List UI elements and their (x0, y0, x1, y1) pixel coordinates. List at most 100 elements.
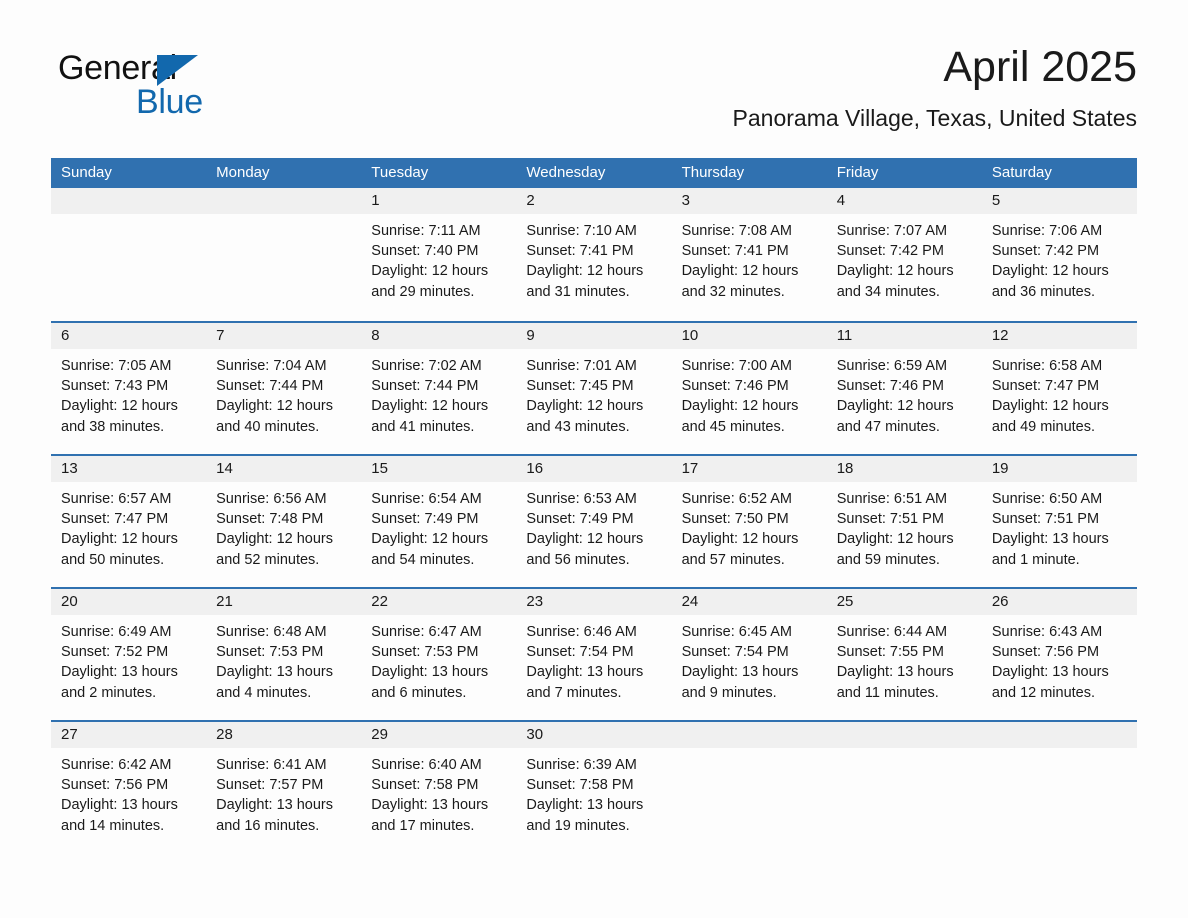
day-cell[interactable]: 3 Sunrise: 7:08 AM Sunset: 7:41 PM Daylight… (671, 188, 827, 321)
day-number: 18 (836, 460, 854, 477)
daylight-text: Daylight: 13 hours and 17 minutes. (371, 797, 489, 834)
sunset-text: Sunset: 7:53 PM (216, 644, 324, 661)
day-number-band (51, 188, 207, 214)
day-number-band (206, 188, 362, 214)
day-number-band: 9 (516, 323, 672, 349)
daylight-text: Daylight: 12 hours and 36 minutes. (991, 263, 1109, 300)
day-cell[interactable]: 12 Sunrise: 6:58 AM Sunset: 7:47 PM Dayligh… (981, 323, 1137, 454)
day-cell[interactable]: 7 Sunrise: 7:04 AM Sunset: 7:44 PM Daylight… (206, 323, 362, 454)
week-row: 20 Sunrise: 6:49 AM Sunset: 7:52 PM Dayligh… (51, 587, 1137, 720)
daylight-text: Daylight: 13 hours and 19 minutes. (526, 797, 644, 834)
day-cell[interactable]: 11 Sunrise: 6:59 AM Sunset: 7:46 PM Dayligh… (826, 323, 982, 454)
sunrise-text: Sunrise: 6:48 AM (216, 624, 327, 640)
day-cell[interactable]: 30 Sunrise: 6:39 AM Sunset: 7:58 PM Dayligh… (516, 722, 672, 853)
daylight-text: Daylight: 12 hours and 45 minutes. (681, 398, 799, 435)
day-number-band: 30 (516, 722, 672, 748)
day-cell[interactable]: 10 Sunrise: 7:00 AM Sunset: 7:46 PM Dayligh… (671, 323, 827, 454)
day-details: Sunrise: 6:47 AM Sunset: 7:53 PM Daylight:… (361, 615, 516, 703)
calendar-page: General Blue April 2025 Panorama Village… (0, 0, 1188, 918)
daylight-text: Daylight: 12 hours and 34 minutes. (836, 263, 954, 300)
sunrise-text: Sunrise: 7:00 AM (681, 358, 792, 374)
day-number: 9 (526, 327, 535, 344)
day-number: 6 (61, 327, 70, 344)
day-number: 10 (681, 327, 699, 344)
day-cell[interactable]: 18 Sunrise: 6:51 AM Sunset: 7:51 PM Dayligh… (826, 456, 982, 587)
day-details: Sunrise: 6:48 AM Sunset: 7:53 PM Daylight:… (206, 615, 361, 703)
day-number-band: 8 (361, 323, 517, 349)
day-cell[interactable]: 19 Sunrise: 6:50 AM Sunset: 7:51 PM Dayligh… (981, 456, 1137, 587)
day-number-band: 11 (826, 323, 982, 349)
sunrise-text: Sunrise: 7:11 AM (371, 223, 481, 239)
day-number-band (826, 722, 982, 748)
day-number: 5 (991, 192, 1001, 209)
weekday-header-sunday: Sunday (61, 164, 112, 181)
general-blue-logo[interactable]: General Blue (58, 50, 318, 130)
day-cell[interactable]: 1 Sunrise: 7:11 AM Sunset: 7:40 PM Daylight… (361, 188, 517, 321)
week-row: 27 Sunrise: 6:42 AM Sunset: 7:56 PM Dayligh… (51, 720, 1137, 853)
day-number: 27 (61, 726, 78, 743)
day-number: 11 (836, 327, 853, 344)
sunset-text: Sunset: 7:50 PM (681, 511, 789, 528)
sunset-text: Sunset: 7:41 PM (681, 243, 789, 260)
day-cell[interactable]: 8 Sunrise: 7:02 AM Sunset: 7:44 PM Daylight… (361, 323, 517, 454)
daylight-text: Daylight: 12 hours and 43 minutes. (526, 398, 644, 435)
day-number: 14 (216, 460, 233, 477)
sunset-text: Sunset: 7:42 PM (991, 243, 1100, 260)
day-cell[interactable]: 9 Sunrise: 7:01 AM Sunset: 7:45 PM Daylight… (516, 323, 672, 454)
sunrise-text: Sunrise: 7:08 AM (681, 223, 792, 239)
day-number-band: 23 (516, 589, 672, 615)
day-number-band: 14 (206, 456, 362, 482)
sunrise-text: Sunrise: 7:05 AM (61, 358, 172, 374)
day-cell[interactable]: 24 Sunrise: 6:45 AM Sunset: 7:54 PM Dayligh… (671, 589, 827, 720)
day-cell[interactable]: 20 Sunrise: 6:49 AM Sunset: 7:52 PM Dayligh… (51, 589, 207, 720)
day-cell[interactable]: 26 Sunrise: 6:43 AM Sunset: 7:56 PM Dayligh… (981, 589, 1137, 720)
day-cell[interactable]: 16 Sunrise: 6:53 AM Sunset: 7:49 PM Dayligh… (516, 456, 672, 587)
day-number-band: 25 (826, 589, 982, 615)
day-cell[interactable]: 17 Sunrise: 6:52 AM Sunset: 7:50 PM Dayligh… (671, 456, 827, 587)
location-subtitle: Panorama Village, Texas, United States (732, 105, 1137, 131)
day-cell[interactable]: 29 Sunrise: 6:40 AM Sunset: 7:58 PM Dayligh… (361, 722, 517, 853)
sunset-text: Sunset: 7:47 PM (61, 511, 169, 528)
day-number-band: 20 (51, 589, 207, 615)
day-cell[interactable]: 22 Sunrise: 6:47 AM Sunset: 7:53 PM Dayligh… (361, 589, 517, 720)
day-cell[interactable]: 25 Sunrise: 6:44 AM Sunset: 7:55 PM Dayligh… (826, 589, 982, 720)
day-number-band: 15 (361, 456, 517, 482)
day-details: Sunrise: 6:43 AM Sunset: 7:56 PM Daylight:… (982, 615, 1137, 703)
sunset-text: Sunset: 7:53 PM (371, 644, 479, 661)
day-cell-empty (671, 722, 827, 853)
day-cell[interactable]: 27 Sunrise: 6:42 AM Sunset: 7:56 PM Dayligh… (51, 722, 207, 853)
day-cell[interactable]: 15 Sunrise: 6:54 AM Sunset: 7:49 PM Dayligh… (361, 456, 517, 587)
title-block: April 2025 Panorama Village, Texas, Unit… (733, 40, 1137, 132)
sunrise-text: Sunrise: 6:56 AM (216, 491, 327, 507)
day-cell[interactable]: 4 Sunrise: 7:07 AM Sunset: 7:42 PM Daylight… (826, 188, 982, 321)
day-cell[interactable]: 5 Sunrise: 7:06 AM Sunset: 7:42 PM Daylight… (981, 188, 1137, 321)
daylight-text: Daylight: 12 hours and 57 minutes. (681, 531, 799, 568)
week-row: 13 Sunrise: 6:57 AM Sunset: 7:47 PM Dayligh… (51, 454, 1137, 587)
day-number: 23 (526, 593, 544, 610)
day-details: Sunrise: 7:11 AM Sunset: 7:40 PM Daylight:… (361, 214, 516, 302)
sunset-text: Sunset: 7:42 PM (836, 243, 944, 260)
day-cell[interactable]: 23 Sunrise: 6:46 AM Sunset: 7:54 PM Dayligh… (516, 589, 672, 720)
sunset-text: Sunset: 7:52 PM (61, 644, 169, 661)
day-number-band: 29 (361, 722, 517, 748)
sunset-text: Sunset: 7:48 PM (216, 511, 324, 528)
day-cell[interactable]: 6 Sunrise: 7:05 AM Sunset: 7:43 PM Daylight… (51, 323, 207, 454)
day-details: Sunrise: 6:50 AM Sunset: 7:51 PM Daylight:… (982, 482, 1137, 570)
sunrise-text: Sunrise: 7:02 AM (371, 358, 482, 374)
daylight-text: Daylight: 12 hours and 47 minutes. (836, 398, 954, 435)
day-cell[interactable]: 2 Sunrise: 7:10 AM Sunset: 7:41 PM Daylight… (516, 188, 672, 321)
daylight-text: Daylight: 13 hours and 2 minutes. (61, 664, 178, 701)
sunset-text: Sunset: 7:40 PM (371, 243, 479, 260)
sunset-text: Sunset: 7:51 PM (836, 511, 944, 528)
day-cell[interactable]: 21 Sunrise: 6:48 AM Sunset: 7:53 PM Dayligh… (206, 589, 362, 720)
daylight-text: Daylight: 12 hours and 38 minutes. (61, 398, 178, 435)
day-cell[interactable]: 14 Sunrise: 6:56 AM Sunset: 7:48 PM Dayligh… (206, 456, 362, 587)
day-cell[interactable]: 13 Sunrise: 6:57 AM Sunset: 7:47 PM Dayligh… (51, 456, 207, 587)
weekday-header-monday: Monday (216, 164, 270, 181)
day-details: Sunrise: 7:05 AM Sunset: 7:43 PM Daylight:… (51, 349, 206, 437)
sunrise-text: Sunrise: 6:41 AM (216, 757, 327, 773)
day-details: Sunrise: 7:06 AM Sunset: 7:42 PM Daylight:… (982, 214, 1137, 302)
day-cell[interactable]: 28 Sunrise: 6:41 AM Sunset: 7:57 PM Dayligh… (206, 722, 362, 853)
day-number-band: 28 (206, 722, 362, 748)
day-details: Sunrise: 6:42 AM Sunset: 7:56 PM Daylight:… (51, 748, 206, 836)
